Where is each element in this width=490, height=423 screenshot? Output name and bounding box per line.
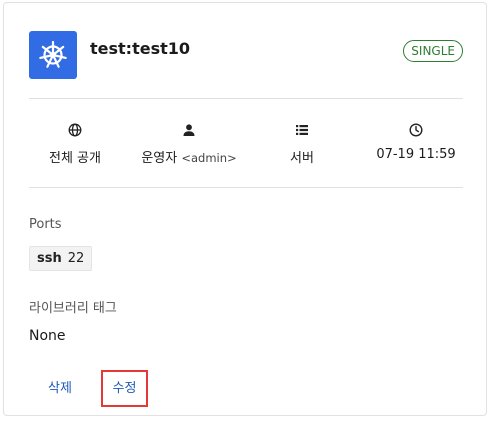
visibility-meta: 전체 공개 — [15, 123, 135, 166]
kubernetes-logo-icon — [29, 31, 77, 79]
owner-detail: <admin> — [181, 151, 237, 165]
updated-label: 07-19 11:59 — [376, 147, 456, 162]
visibility-label: 전체 공개 — [49, 151, 101, 166]
card-title: test:test10 — [90, 39, 191, 58]
tags-value: None — [29, 328, 66, 344]
divider — [29, 98, 463, 99]
list-icon — [296, 125, 308, 135]
clock-icon — [409, 123, 423, 137]
port-chip: ssh 22 — [29, 246, 93, 271]
library-card: test:test10 SINGLE 전체 공개 운영자 <admin> 서버 … — [3, 2, 487, 416]
user-icon — [183, 124, 195, 136]
port-number: 22 — [67, 251, 85, 266]
edit-button[interactable]: 수정 — [101, 370, 148, 407]
helm-wheel-icon — [39, 40, 67, 68]
port-name: ssh — [37, 251, 62, 266]
divider — [29, 187, 463, 188]
globe-icon — [68, 123, 82, 137]
kind-meta: 서버 — [242, 123, 362, 166]
owner-meta: 운영자 <admin> — [129, 123, 249, 166]
delete-button[interactable]: 삭제 — [38, 370, 82, 407]
updated-meta: 07-19 11:59 — [356, 123, 476, 162]
owner-label: 운영자 — [141, 151, 178, 166]
kind-label: 서버 — [290, 151, 314, 166]
tags-label: 라이브러리 태그 — [29, 301, 117, 316]
type-badge: SINGLE — [403, 40, 463, 62]
ports-label: Ports — [29, 217, 62, 232]
